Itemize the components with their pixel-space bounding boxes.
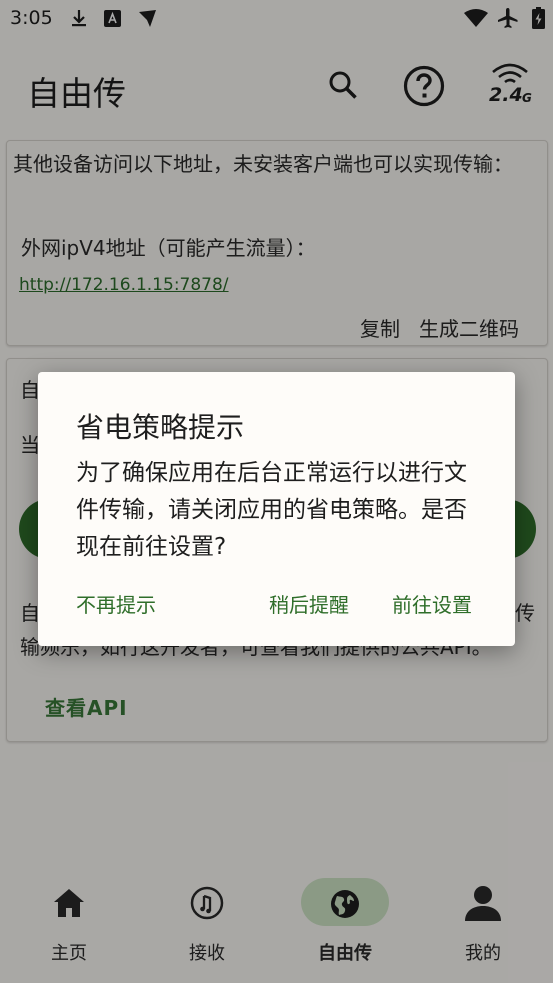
no-remind-button[interactable]: 不再提示 [76,589,156,618]
go-settings-button[interactable]: 前往设置 [392,589,472,618]
dialog-title: 省电策略提示 [76,411,245,444]
power-saving-dialog: 省电策略提示 为了确保应用在后台正常运行以进行文件传输，请关闭应用的省电策略。是… [38,372,515,646]
dialog-message: 为了确保应用在后台正常运行以进行文件传输，请关闭应用的省电策略。是否现在前往设置… [76,460,467,560]
remind-later-button[interactable]: 稍后提醒 [269,589,349,618]
